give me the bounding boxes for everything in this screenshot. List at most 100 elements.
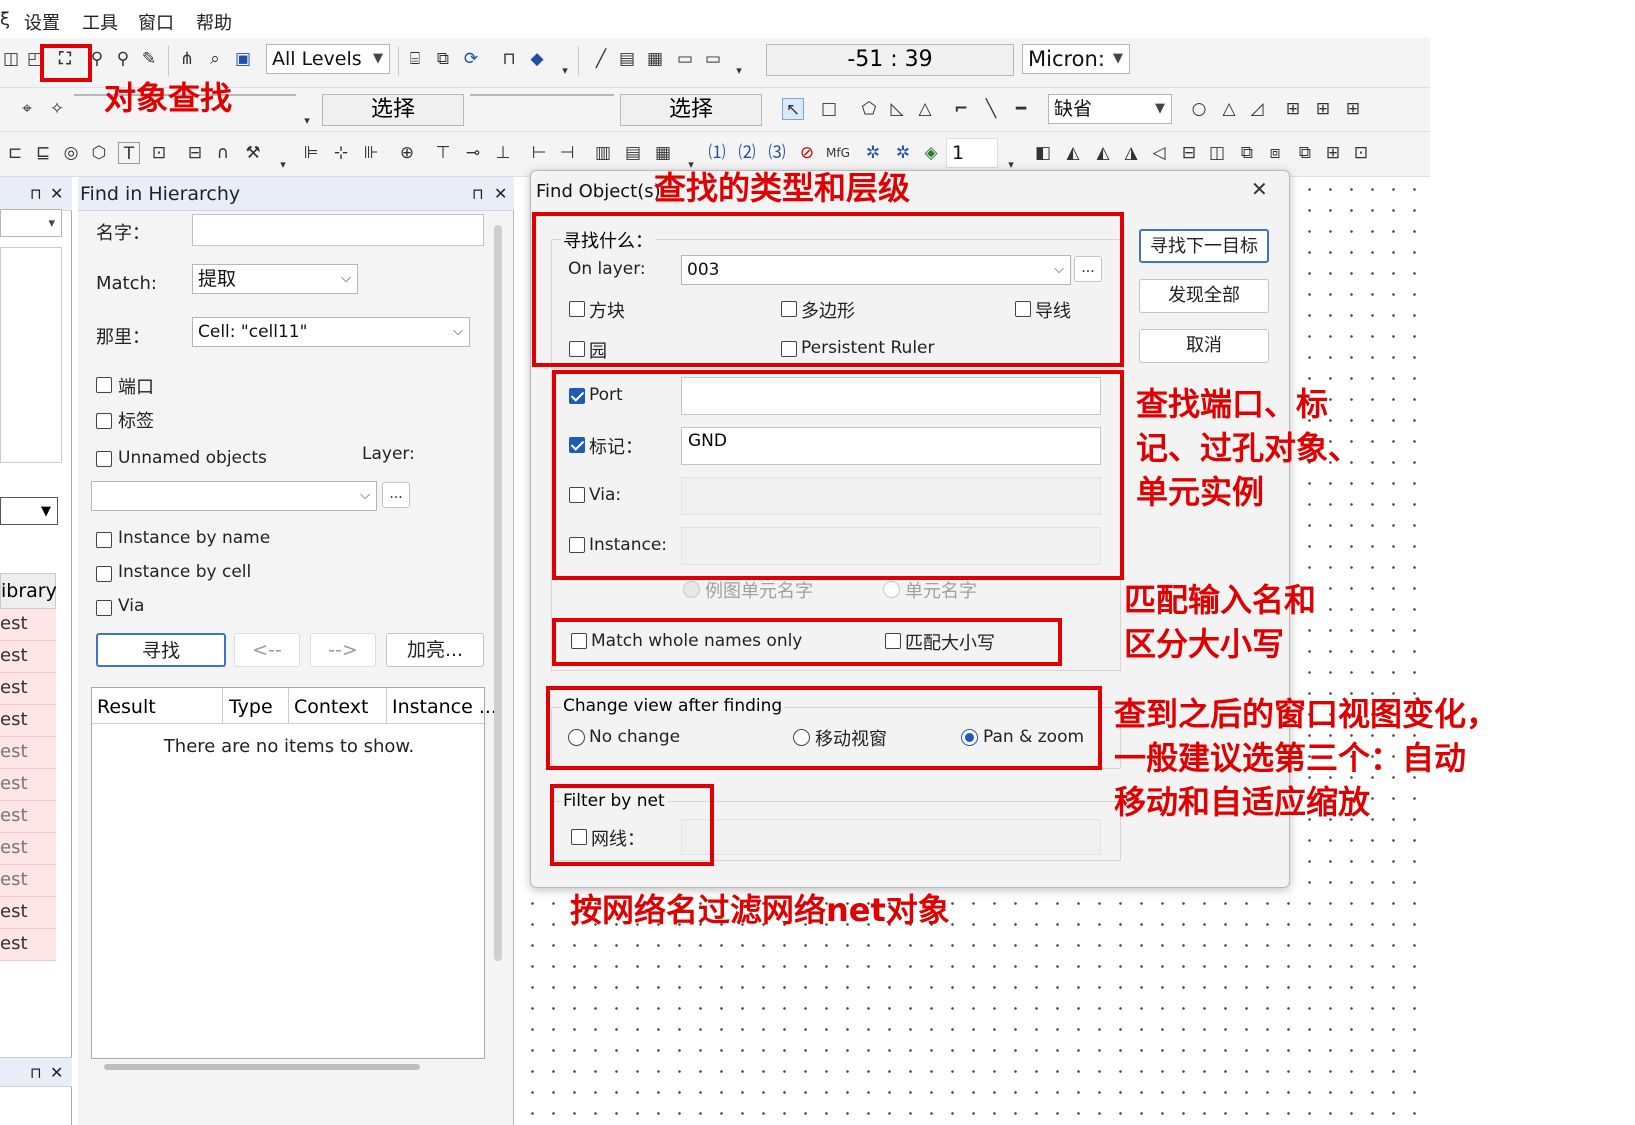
col-type[interactable]: Type xyxy=(229,696,273,718)
tag-checkbox[interactable] xyxy=(96,413,112,429)
ungroup-icon[interactable]: ▤ xyxy=(622,142,644,164)
pin-icon[interactable]: ⊡ xyxy=(148,142,170,164)
select-field-empty[interactable] xyxy=(470,94,614,96)
close-icon[interactable]: ✕ xyxy=(50,177,63,211)
save-all-icon[interactable]: ▦ xyxy=(644,48,666,70)
chip-icon[interactable]: ⊕ xyxy=(396,142,418,164)
overflow-icon[interactable]: ▾ xyxy=(296,110,318,132)
window2-icon[interactable]: ▭ xyxy=(702,48,724,70)
cell-icon[interactable]: ▣ xyxy=(232,48,254,70)
overflow-icon[interactable]: ▾ xyxy=(728,60,750,82)
mirror3-icon[interactable]: ◭ xyxy=(1092,142,1114,164)
wrench-icon[interactable]: ⚒ xyxy=(242,142,264,164)
library-row[interactable]: est xyxy=(0,897,56,929)
merge-icon[interactable]: ⧉ xyxy=(1236,142,1258,164)
snap-icon[interactable]: ⌖ xyxy=(16,98,38,120)
edit-icon[interactable]: ⊏ xyxy=(4,142,26,164)
triangle-icon[interactable]: △ xyxy=(914,98,936,120)
pin-icon[interactable]: ⊓ xyxy=(472,177,484,211)
mirror-icon[interactable]: ◧ xyxy=(1032,142,1054,164)
find-button[interactable]: 寻找 xyxy=(96,633,226,667)
port-checkbox[interactable] xyxy=(96,377,112,393)
mfg-icon[interactable]: MfG xyxy=(826,142,850,164)
grid-icon[interactable]: ▦ xyxy=(652,142,674,164)
copy2-icon[interactable]: ⧉ xyxy=(1294,142,1316,164)
library-row[interactable]: est xyxy=(0,929,56,961)
menu-help[interactable]: 帮助 xyxy=(196,9,232,35)
refresh-icon[interactable]: ⟳ xyxy=(460,48,482,70)
find-prev-icon[interactable]: ⚲ xyxy=(112,48,134,70)
pie-icon[interactable]: ◿ xyxy=(1246,98,1268,120)
copy-icon[interactable]: ⧉ xyxy=(432,48,454,70)
port-icon[interactable]: ⊞ xyxy=(1282,98,1304,120)
step3-icon[interactable]: ⑶ xyxy=(766,142,788,164)
cell-name-radio[interactable] xyxy=(883,581,900,598)
polygon-icon[interactable]: ⬠ xyxy=(858,98,880,120)
group-icon[interactable]: ▥ xyxy=(592,142,614,164)
open-folder-icon[interactable]: ⌸ xyxy=(404,48,426,70)
levels-combo[interactable]: All Levels ▼ xyxy=(266,44,390,74)
flip2-icon[interactable]: ◁ xyxy=(1148,142,1170,164)
layer-number-field[interactable]: 1 xyxy=(946,138,998,168)
polygon2-icon[interactable]: ◺ xyxy=(886,98,908,120)
find-all-button[interactable]: 发现全部 xyxy=(1139,279,1269,313)
new-icon[interactable]: ◫ xyxy=(0,48,22,70)
units-combo[interactable]: Micron: ▼ xyxy=(1022,44,1130,74)
align-mid-icon[interactable]: ⊸ xyxy=(462,142,484,164)
star-icon[interactable]: ✲ xyxy=(862,142,884,164)
pin-icon[interactable]: ⊓ xyxy=(30,177,42,211)
library-row[interactable]: est xyxy=(0,769,56,801)
rectangle-icon[interactable]: □ xyxy=(818,98,840,120)
align-left-icon[interactable]: ⊫ xyxy=(300,142,322,164)
library-row[interactable]: est xyxy=(0,641,56,673)
star2-icon[interactable]: ✲ xyxy=(892,142,914,164)
overflow-icon[interactable]: ▾ xyxy=(272,154,294,176)
rotate-icon[interactable]: ⊑ xyxy=(32,142,54,164)
close-icon[interactable]: ✕ xyxy=(1251,177,1268,201)
col-instance[interactable]: Instance ... xyxy=(392,696,497,718)
snap-cross-icon[interactable]: ✧ xyxy=(46,98,68,120)
magnet-icon[interactable]: ∩ xyxy=(212,142,234,164)
circle-icon[interactable]: ○ xyxy=(1188,98,1210,120)
net-input[interactable] xyxy=(681,819,1101,855)
library-row[interactable]: est xyxy=(0,673,56,705)
vertical-scrollbar[interactable] xyxy=(494,225,502,961)
library-row[interactable]: est xyxy=(0,833,56,865)
find-next-button[interactable]: 寻找下一目标 xyxy=(1139,229,1269,263)
spread-v-icon[interactable]: ⊣ xyxy=(556,142,578,164)
search-icon[interactable]: ⌕ xyxy=(204,48,226,70)
step2-icon[interactable]: ⑵ xyxy=(736,142,758,164)
mirror2-icon[interactable]: ◭ xyxy=(1062,142,1084,164)
library-row[interactable]: est xyxy=(0,801,56,833)
unnamed-checkbox[interactable] xyxy=(96,451,112,467)
library-row[interactable]: est xyxy=(0,705,56,737)
library-row[interactable]: est xyxy=(0,737,56,769)
name-input[interactable] xyxy=(192,214,484,246)
prev-button[interactable]: <-- xyxy=(234,633,300,667)
wire-icon[interactable]: ⌐ xyxy=(950,98,972,120)
no-icon[interactable]: ⊘ xyxy=(796,142,818,164)
mbb-icon[interactable]: ⊟ xyxy=(184,142,206,164)
next-button[interactable]: --> xyxy=(310,633,376,667)
close-icon[interactable]: ✕ xyxy=(50,1056,63,1090)
array-icon[interactable]: ⊞ xyxy=(1322,142,1344,164)
col-result[interactable]: Result xyxy=(97,696,156,718)
save-disk-icon[interactable]: ▤ xyxy=(616,48,638,70)
text-icon[interactable]: T xyxy=(118,142,140,164)
via-checkbox[interactable] xyxy=(96,600,112,616)
hex-icon[interactable]: ⬡ xyxy=(88,142,110,164)
layer-select-icon[interactable]: ◈ xyxy=(920,142,942,164)
window-icon[interactable]: ▭ xyxy=(674,48,696,70)
last-icon[interactable]: ⊡ xyxy=(1350,142,1372,164)
circle-tool-icon[interactable]: ◎ xyxy=(60,142,82,164)
split-icon[interactable]: ◫ xyxy=(1206,142,1228,164)
port3-icon[interactable]: ⊞ xyxy=(1342,98,1364,120)
spread-h-icon[interactable]: ⊢ xyxy=(528,142,550,164)
instance-name-checkbox[interactable] xyxy=(96,532,112,548)
layer-select[interactable]: ⌵ xyxy=(91,481,377,511)
select-field-1[interactable]: 选择 xyxy=(322,94,464,126)
flip-icon[interactable]: ◮ xyxy=(1120,142,1142,164)
pointer-icon[interactable]: ↖ xyxy=(782,98,804,120)
close-icon[interactable]: ✕ xyxy=(494,177,507,211)
step1-icon[interactable]: ⑴ xyxy=(706,142,728,164)
